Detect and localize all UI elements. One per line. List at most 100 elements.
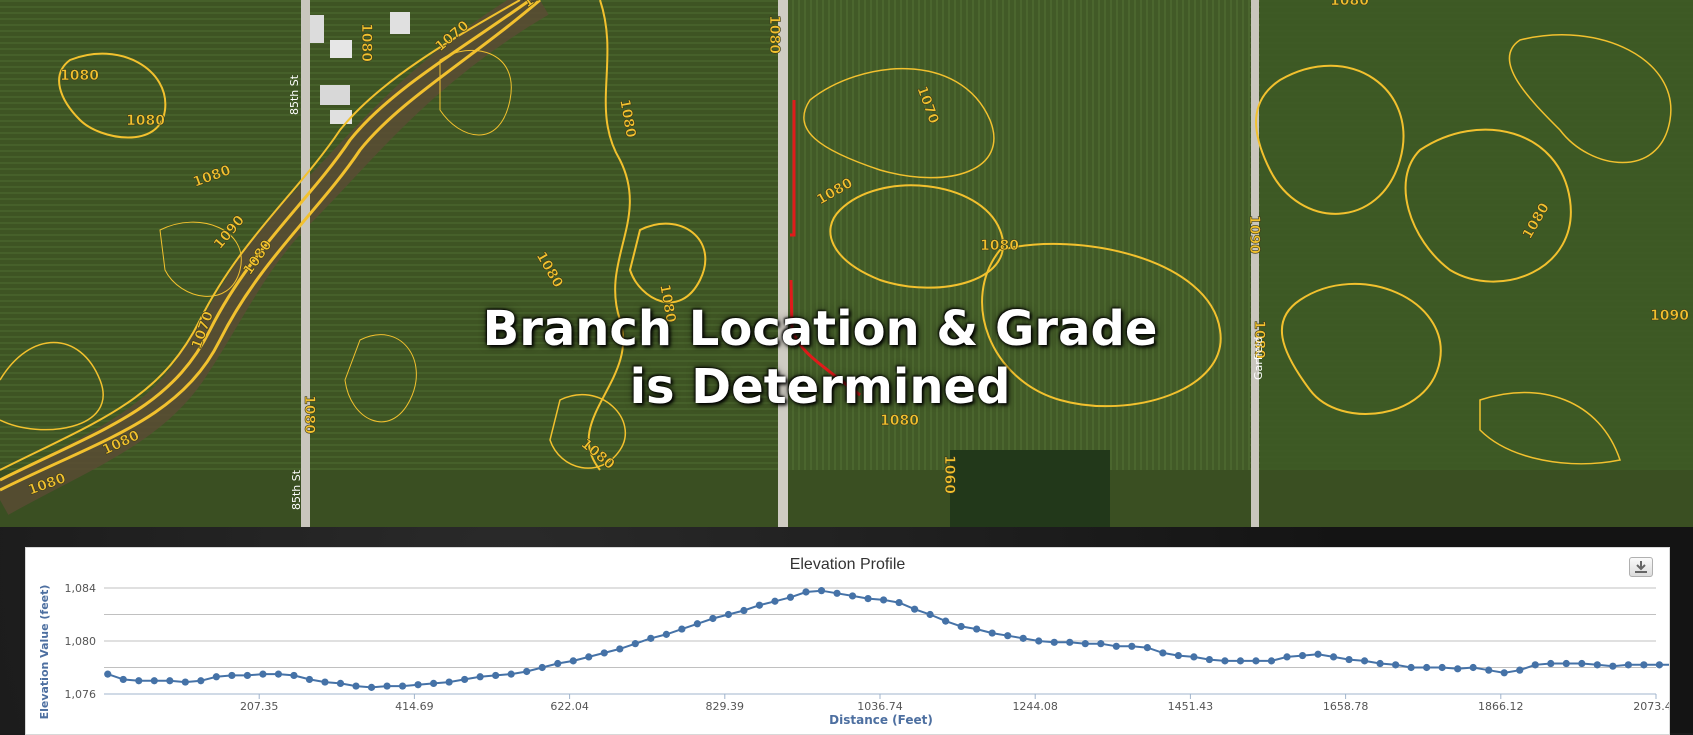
elevation-point[interactable] bbox=[910, 605, 919, 613]
elevation-point[interactable] bbox=[957, 622, 965, 631]
elevation-point[interactable] bbox=[647, 634, 655, 642]
elevation-point[interactable] bbox=[740, 606, 748, 615]
elevation-point[interactable] bbox=[1112, 642, 1120, 650]
elevation-point[interactable] bbox=[988, 629, 996, 637]
elevation-point[interactable] bbox=[507, 670, 515, 678]
elevation-point[interactable] bbox=[709, 614, 717, 623]
elevation-point[interactable] bbox=[228, 671, 236, 680]
elevation-point[interactable] bbox=[1578, 659, 1586, 668]
elevation-point[interactable] bbox=[1438, 663, 1446, 672]
elevation-point[interactable] bbox=[678, 625, 686, 633]
elevation-point[interactable] bbox=[1423, 663, 1431, 672]
elevation-point[interactable] bbox=[274, 670, 283, 678]
elevation-point[interactable] bbox=[1454, 665, 1462, 673]
elevation-point[interactable] bbox=[352, 682, 360, 690]
elevation-point[interactable] bbox=[1283, 653, 1291, 661]
elevation-point[interactable] bbox=[166, 677, 174, 685]
elevation-point[interactable] bbox=[895, 598, 903, 607]
elevation-point[interactable] bbox=[1609, 662, 1617, 670]
elevation-point[interactable] bbox=[367, 683, 376, 691]
elevation-point[interactable] bbox=[461, 675, 469, 684]
elevation-point[interactable] bbox=[693, 620, 701, 628]
elevation-point[interactable] bbox=[1159, 649, 1167, 657]
elevation-point[interactable] bbox=[1205, 655, 1214, 664]
elevation-point[interactable] bbox=[150, 677, 158, 685]
elevation-point[interactable] bbox=[212, 673, 220, 681]
elevation-point[interactable] bbox=[833, 589, 841, 597]
elevation-point[interactable] bbox=[1081, 640, 1089, 648]
elevation-point[interactable] bbox=[1392, 661, 1400, 669]
elevation-point[interactable] bbox=[1593, 661, 1601, 669]
elevation-point[interactable] bbox=[445, 678, 453, 686]
elevation-point[interactable] bbox=[755, 601, 764, 609]
elevation-point[interactable] bbox=[631, 640, 639, 648]
elevation-point[interactable] bbox=[554, 659, 562, 668]
elevation-point[interactable] bbox=[1221, 657, 1229, 665]
elevation-point[interactable] bbox=[523, 667, 531, 676]
elevation-point[interactable] bbox=[321, 678, 329, 686]
elevation-point[interactable] bbox=[1019, 634, 1027, 642]
elevation-point[interactable] bbox=[569, 657, 577, 665]
elevation-point[interactable] bbox=[1298, 651, 1307, 660]
elevation-point[interactable] bbox=[1097, 640, 1105, 648]
elevation-point[interactable] bbox=[616, 645, 624, 653]
elevation-point[interactable] bbox=[243, 671, 251, 680]
elevation-point[interactable] bbox=[848, 592, 857, 600]
elevation-point[interactable] bbox=[1547, 659, 1555, 668]
elevation-point[interactable] bbox=[802, 588, 810, 596]
elevation-point[interactable] bbox=[1469, 663, 1477, 672]
elevation-point[interactable] bbox=[1360, 657, 1369, 665]
elevation-point[interactable] bbox=[1066, 638, 1074, 646]
elevation-point[interactable] bbox=[1500, 669, 1508, 677]
elevation-point[interactable] bbox=[1407, 663, 1415, 672]
elevation-point[interactable] bbox=[585, 653, 593, 661]
elevation-point[interactable] bbox=[119, 675, 127, 684]
elevation-point[interactable] bbox=[1329, 653, 1338, 661]
elevation-point[interactable] bbox=[724, 610, 733, 619]
elevation-point[interactable] bbox=[1345, 655, 1353, 664]
elevation-point[interactable] bbox=[786, 593, 795, 601]
elevation-point[interactable] bbox=[1531, 661, 1539, 669]
elevation-point[interactable] bbox=[942, 617, 950, 625]
elevation-point[interactable] bbox=[181, 678, 189, 686]
elevation-point[interactable] bbox=[1174, 651, 1182, 660]
elevation-point[interactable] bbox=[1267, 657, 1276, 665]
elevation-point[interactable] bbox=[1050, 638, 1058, 646]
elevation-point[interactable] bbox=[926, 610, 934, 619]
elevation-point[interactable] bbox=[1143, 644, 1151, 652]
elevation-point[interactable] bbox=[1035, 637, 1043, 645]
elevation-point[interactable] bbox=[1190, 653, 1198, 661]
elevation-point[interactable] bbox=[476, 673, 484, 681]
elevation-point[interactable] bbox=[1314, 650, 1322, 658]
elevation-point[interactable] bbox=[1236, 657, 1245, 665]
elevation-point[interactable] bbox=[1562, 659, 1570, 668]
elevation-point[interactable] bbox=[771, 597, 779, 605]
elevation-point[interactable] bbox=[197, 677, 205, 685]
elevation-point[interactable] bbox=[383, 682, 391, 690]
elevation-point[interactable] bbox=[1376, 659, 1384, 668]
elevation-point[interactable] bbox=[1655, 661, 1663, 669]
elevation-point[interactable] bbox=[973, 625, 981, 633]
elevation-point[interactable] bbox=[305, 675, 314, 684]
elevation-point[interactable] bbox=[290, 671, 298, 680]
elevation-point[interactable] bbox=[104, 670, 112, 678]
elevation-point[interactable] bbox=[662, 630, 670, 638]
elevation-point[interactable] bbox=[1485, 666, 1493, 674]
elevation-point[interactable] bbox=[259, 670, 267, 678]
elevation-point[interactable] bbox=[429, 679, 438, 687]
elevation-point[interactable] bbox=[1640, 661, 1648, 669]
elevation-point[interactable] bbox=[1516, 666, 1524, 674]
elevation-point[interactable] bbox=[817, 587, 826, 595]
elevation-point[interactable] bbox=[1128, 642, 1136, 650]
elevation-point[interactable] bbox=[1252, 657, 1260, 665]
elevation-point[interactable] bbox=[398, 682, 407, 690]
elevation-point[interactable] bbox=[879, 596, 888, 604]
elevation-point[interactable] bbox=[1624, 661, 1632, 669]
elevation-point[interactable] bbox=[1004, 632, 1012, 640]
aerial-contour-map[interactable]: 1080107010601080108010901070108010801080… bbox=[0, 0, 1693, 527]
elevation-point[interactable] bbox=[135, 677, 143, 685]
elevation-point[interactable] bbox=[414, 681, 422, 689]
elevation-point[interactable] bbox=[538, 663, 546, 672]
elevation-point[interactable] bbox=[864, 595, 872, 603]
elevation-point[interactable] bbox=[492, 671, 500, 680]
